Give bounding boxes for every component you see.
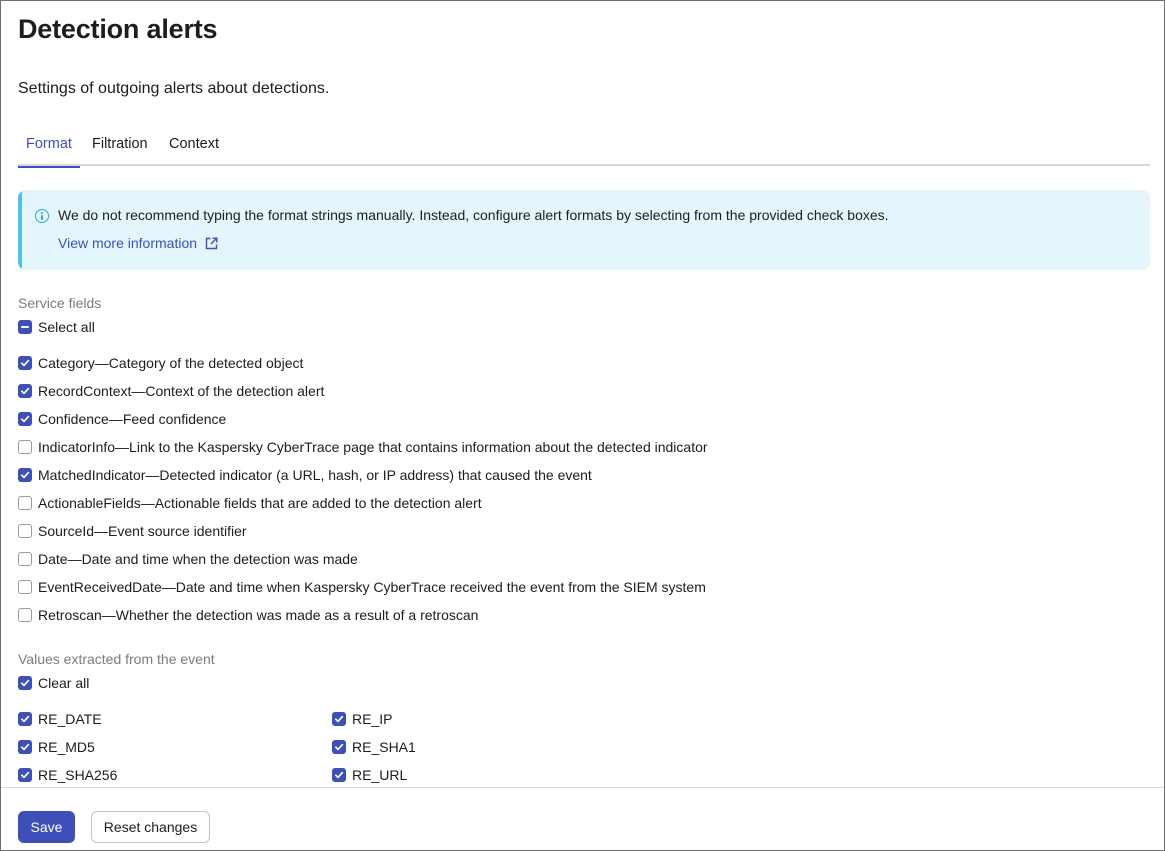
footer-bar: Save Reset changes: [1, 787, 1164, 850]
checkbox-label: RE_DATE: [38, 711, 102, 727]
checkbox-label: ActionableFields—Actionable fields that …: [38, 495, 482, 511]
service-fields-label: Service fields: [18, 295, 101, 311]
clear-all-label: Clear all: [38, 675, 89, 691]
checkbox-label: EventReceivedDate—Date and time when Kas…: [38, 579, 706, 595]
checkbox-re-date[interactable]: RE_DATE: [18, 709, 102, 729]
info-icon: [35, 209, 49, 223]
extracted-values-label: Values extracted from the event: [18, 651, 215, 667]
checkbox-label: Date—Date and time when the detection wa…: [38, 551, 358, 567]
checkbox-checked-icon: [332, 768, 346, 782]
checkbox-re-md5[interactable]: RE_MD5: [18, 737, 95, 757]
checkbox-checked-icon: [18, 356, 32, 370]
checkbox-label: MatchedIndicator—Detected indicator (a U…: [38, 467, 592, 483]
checkbox-checked-icon: [18, 712, 32, 726]
checkbox-category[interactable]: Category—Category of the detected object: [18, 353, 303, 373]
checkbox-eventreceiveddate[interactable]: EventReceivedDate—Date and time when Kas…: [18, 577, 706, 597]
checkbox-unchecked-icon: [18, 608, 32, 622]
select-all-checkbox[interactable]: Select all: [18, 317, 95, 337]
select-all-label: Select all: [38, 319, 95, 335]
checkbox-checked-icon: [332, 712, 346, 726]
checkbox-unchecked-icon: [18, 580, 32, 594]
checkbox-re-ip[interactable]: RE_IP: [332, 709, 392, 729]
checkbox-label: Category—Category of the detected object: [38, 355, 303, 371]
page-subtitle: Settings of outgoing alerts about detect…: [18, 80, 329, 98]
view-more-information-link[interactable]: View more information: [58, 235, 218, 251]
checkbox-checked-icon: [332, 740, 346, 754]
checkbox-label: IndicatorInfo—Link to the Kaspersky Cybe…: [38, 439, 708, 455]
checkbox-checked-icon: [18, 412, 32, 426]
checkbox-checked-icon: [18, 468, 32, 482]
page-title: Detection alerts: [18, 14, 217, 45]
save-button[interactable]: Save: [18, 811, 75, 843]
tab-filtration[interactable]: Filtration: [84, 128, 156, 166]
checkbox-label: RecordContext—Context of the detection a…: [38, 383, 324, 399]
checkbox-retroscan[interactable]: Retroscan—Whether the detection was made…: [18, 605, 478, 625]
checkbox-label: RE_MD5: [38, 739, 95, 755]
checkbox-matchedindicator[interactable]: MatchedIndicator—Detected indicator (a U…: [18, 465, 592, 485]
tab-format[interactable]: Format: [18, 128, 80, 166]
info-banner-stripe: [18, 190, 22, 270]
checkbox-re-sha1[interactable]: RE_SHA1: [332, 737, 416, 757]
info-banner-text: We do not recommend typing the format st…: [58, 207, 889, 223]
checkbox-unchecked-icon: [18, 440, 32, 454]
checkbox-unchecked-icon: [18, 552, 32, 566]
checkbox-checked-icon: [18, 740, 32, 754]
clear-all-checkbox[interactable]: Clear all: [18, 673, 89, 693]
checkbox-label: Retroscan—Whether the detection was made…: [38, 607, 478, 623]
checkbox-indicatorinfo[interactable]: IndicatorInfo—Link to the Kaspersky Cybe…: [18, 437, 708, 457]
checkbox-label: SourceId—Event source identifier: [38, 523, 247, 539]
checkbox-actionablefields[interactable]: ActionableFields—Actionable fields that …: [18, 493, 482, 513]
checkbox-checked-icon: [18, 676, 32, 690]
checkbox-date[interactable]: Date—Date and time when the detection wa…: [18, 549, 358, 569]
checkbox-re-url[interactable]: RE_URL: [332, 765, 407, 785]
main-content: Detection alerts Settings of outgoing al…: [18, 0, 1150, 787]
checkbox-confidence[interactable]: Confidence—Feed confidence: [18, 409, 226, 429]
checkbox-recordcontext[interactable]: RecordContext—Context of the detection a…: [18, 381, 324, 401]
checkbox-unchecked-icon: [18, 496, 32, 510]
checkbox-label: RE_SHA256: [38, 767, 117, 783]
tab-bar: Format Filtration Context: [18, 128, 1150, 166]
checkbox-sourceid[interactable]: SourceId—Event source identifier: [18, 521, 247, 541]
checkbox-checked-icon: [18, 384, 32, 398]
checkbox-unchecked-icon: [18, 524, 32, 538]
checkbox-label: RE_URL: [352, 767, 407, 783]
checkbox-label: RE_IP: [352, 711, 392, 727]
tab-context[interactable]: Context: [161, 128, 227, 166]
checkbox-re-sha256[interactable]: RE_SHA256: [18, 765, 117, 785]
checkbox-label: RE_SHA1: [352, 739, 416, 755]
checkbox-label: Confidence—Feed confidence: [38, 411, 226, 427]
external-link-icon: [205, 237, 218, 250]
checkbox-checked-icon: [18, 768, 32, 782]
reset-changes-button[interactable]: Reset changes: [91, 811, 210, 843]
checkbox-mixed-icon: [18, 320, 32, 334]
info-banner: We do not recommend typing the format st…: [18, 190, 1150, 270]
view-more-information-label: View more information: [58, 235, 197, 251]
